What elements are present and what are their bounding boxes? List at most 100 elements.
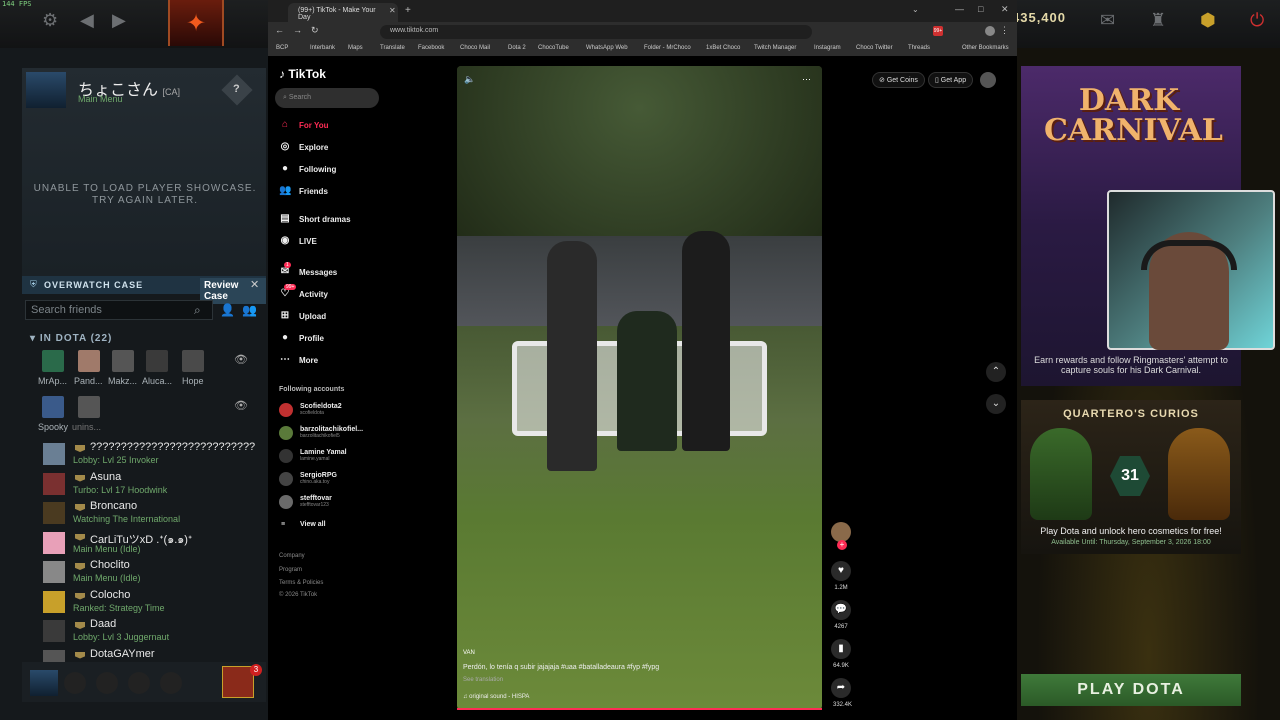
party-slot[interactable]	[128, 672, 150, 694]
get-app-button[interactable]: ▯ Get App	[928, 72, 974, 88]
follow-plus-icon[interactable]: +	[837, 540, 847, 550]
footer-program[interactable]: Program	[279, 567, 302, 573]
bookmark[interactable]: BCP	[276, 45, 288, 51]
back-arrow-icon[interactable]: ◀	[80, 10, 94, 31]
armory-icon[interactable]: ♜	[1150, 10, 1166, 31]
nav-item[interactable]: ● Profile	[279, 332, 324, 344]
bookmark[interactable]: Translate	[380, 45, 405, 51]
following-account[interactable]: SergioRPG chino.aka.toy	[279, 472, 337, 486]
video-progress-bar[interactable]	[457, 708, 822, 710]
forward-icon[interactable]: →	[293, 25, 302, 35]
add-friend-icon[interactable]: 👤	[220, 303, 235, 317]
view-all-link[interactable]: View all	[300, 521, 326, 528]
maximize-icon[interactable]: □	[978, 4, 983, 14]
creator-avatar[interactable]	[831, 522, 851, 542]
friend-row[interactable]: Choclito Main Menu (Idle)	[40, 558, 260, 586]
friend-row[interactable]: CarLiTuツxD .ᕀ(๑.๑)ᕀ Main Menu (Idle)	[40, 529, 260, 557]
new-tab-icon[interactable]: +	[405, 5, 411, 16]
close-tab-icon[interactable]: ✕	[389, 6, 396, 15]
scroll-down-icon[interactable]: ⌄	[986, 394, 1006, 414]
spectate-eye-icon[interactable]: 👁	[234, 353, 248, 366]
search-icon[interactable]: ⌕	[194, 303, 201, 318]
nav-item[interactable]: ⋯ More	[279, 354, 318, 366]
party-slot[interactable]	[96, 672, 118, 694]
spectate-eye-icon[interactable]: 👁	[234, 399, 248, 412]
bookmark[interactable]: Interbank	[310, 45, 335, 51]
nav-item[interactable]: ● Following	[279, 163, 336, 175]
favorite-avatar[interactable]	[42, 350, 64, 372]
friends-search-input[interactable]: Search friends	[25, 300, 213, 320]
get-coins-button[interactable]: ⊘ Get Coins	[872, 72, 925, 88]
bookmark[interactable]: WhatsApp Web	[586, 45, 628, 51]
play-dota-button[interactable]: PLAY DOTA	[1021, 674, 1241, 706]
volume-icon[interactable]: 🔈	[464, 74, 475, 85]
favorite-avatar[interactable]	[42, 396, 64, 418]
share-button[interactable]: ➦ 332.4K	[831, 678, 852, 708]
comment-button[interactable]: 💬 4267	[831, 600, 851, 630]
user-avatar[interactable]	[980, 72, 996, 88]
bookmark[interactable]: Choco Twitter	[856, 45, 893, 51]
bookmark[interactable]: Facebook	[418, 45, 444, 51]
bookmark[interactable]: Dota 2	[508, 45, 526, 51]
tiktok-search-input[interactable]: ⌕ Search	[275, 88, 379, 108]
friend-row[interactable]: ??????????????????????????? Lobby: Lvl 25…	[40, 440, 260, 468]
following-account[interactable]: stefftovar stefftovar123	[279, 495, 332, 509]
video-player[interactable]: 🔈 ⋯	[457, 66, 822, 710]
like-button[interactable]: ♥ 1.2M	[831, 561, 851, 591]
nav-item[interactable]: ⊞ Upload	[279, 310, 326, 322]
back-icon[interactable]: ←	[275, 25, 284, 35]
bookmark[interactable]: Instagram	[814, 45, 841, 51]
favorite-avatar[interactable]	[78, 396, 100, 418]
bookmark[interactable]: Threads	[908, 45, 930, 51]
friend-row[interactable]: Colocho Ranked: Strategy Time	[40, 588, 260, 616]
power-icon[interactable]: ⏻	[1250, 10, 1264, 31]
window-close-icon[interactable]: ✕	[1001, 4, 1009, 15]
nav-item[interactable]: ◎ Explore	[279, 141, 329, 153]
bookmark[interactable]: 1xBet Choco	[706, 45, 740, 51]
forward-arrow-icon[interactable]: ▶	[112, 10, 126, 31]
settings-gear-icon[interactable]: ⚙	[42, 10, 58, 31]
address-bar[interactable]: www.tiktok.com	[380, 25, 812, 39]
plus-icon[interactable]: ⬢	[1200, 10, 1216, 31]
favorite-avatar[interactable]	[112, 350, 134, 372]
bookmark[interactable]: Other Bookmarks	[962, 45, 1009, 51]
nav-item[interactable]: ⌂ For You	[279, 119, 329, 131]
minimize-icon[interactable]: —	[955, 4, 964, 14]
nav-item[interactable]: ◉ LIVE	[279, 235, 317, 247]
following-account[interactable]: barzolitachikofiel... barzolitachikofiel5	[279, 426, 363, 440]
tiktok-logo[interactable]: ♪ TikTok	[279, 67, 326, 81]
favorite-avatar[interactable]	[78, 350, 100, 372]
avatar[interactable]	[26, 72, 66, 108]
mail-icon[interactable]: ✉	[1100, 10, 1115, 31]
video-sound[interactable]: ♫ original sound - HISPA	[463, 694, 529, 700]
following-account[interactable]: Scofieldota2 scofieldota	[279, 403, 342, 417]
in-dota-header[interactable]: ▾ IN DOTA (22)	[30, 333, 112, 344]
nav-item[interactable]: 👥 Friends	[279, 185, 328, 197]
bookmark[interactable]: Choco Mail	[460, 45, 490, 51]
following-account[interactable]: Lamine Yamal lamine.yamal	[279, 449, 347, 463]
save-button[interactable]: ▮ 64.9K	[831, 639, 851, 669]
menu-icon[interactable]: ⋮	[1000, 25, 1009, 36]
bookmark[interactable]: Twitch Manager	[754, 45, 796, 51]
favorite-avatar[interactable]	[146, 350, 168, 372]
video-username[interactable]: VAN	[463, 650, 475, 656]
party-icon[interactable]: 👥	[242, 303, 257, 317]
profile-icon[interactable]	[985, 26, 995, 36]
favorite-avatar[interactable]	[182, 350, 204, 372]
friend-row[interactable]: Asuna Turbo: Lvl 17 Hoodwink	[40, 470, 260, 498]
friend-row[interactable]: Broncano Watching The International	[40, 499, 260, 527]
friend-row[interactable]: Daad Lobby: Lvl 3 Juggernaut	[40, 617, 260, 645]
reload-icon[interactable]: ↻	[311, 25, 319, 36]
bookmark[interactable]: Folder - MrChoco	[644, 45, 691, 51]
extension-badge[interactable]: 99+	[933, 26, 943, 36]
nav-item[interactable]: ▤ Short dramas	[279, 213, 350, 225]
footer-company[interactable]: Company	[279, 553, 305, 559]
browser-tab[interactable]: (99+) TikTok - Make Your Day	[288, 3, 398, 22]
close-icon[interactable]: ✕	[250, 278, 259, 291]
dota-logo-icon[interactable]: ✦	[168, 0, 224, 46]
bookmark[interactable]: Maps	[348, 45, 363, 51]
party-slot[interactable]	[160, 672, 182, 694]
scroll-up-icon[interactable]: ⌃	[986, 362, 1006, 382]
video-more-icon[interactable]: ⋯	[802, 74, 811, 85]
footer-terms[interactable]: Terms & Policies	[279, 580, 323, 586]
